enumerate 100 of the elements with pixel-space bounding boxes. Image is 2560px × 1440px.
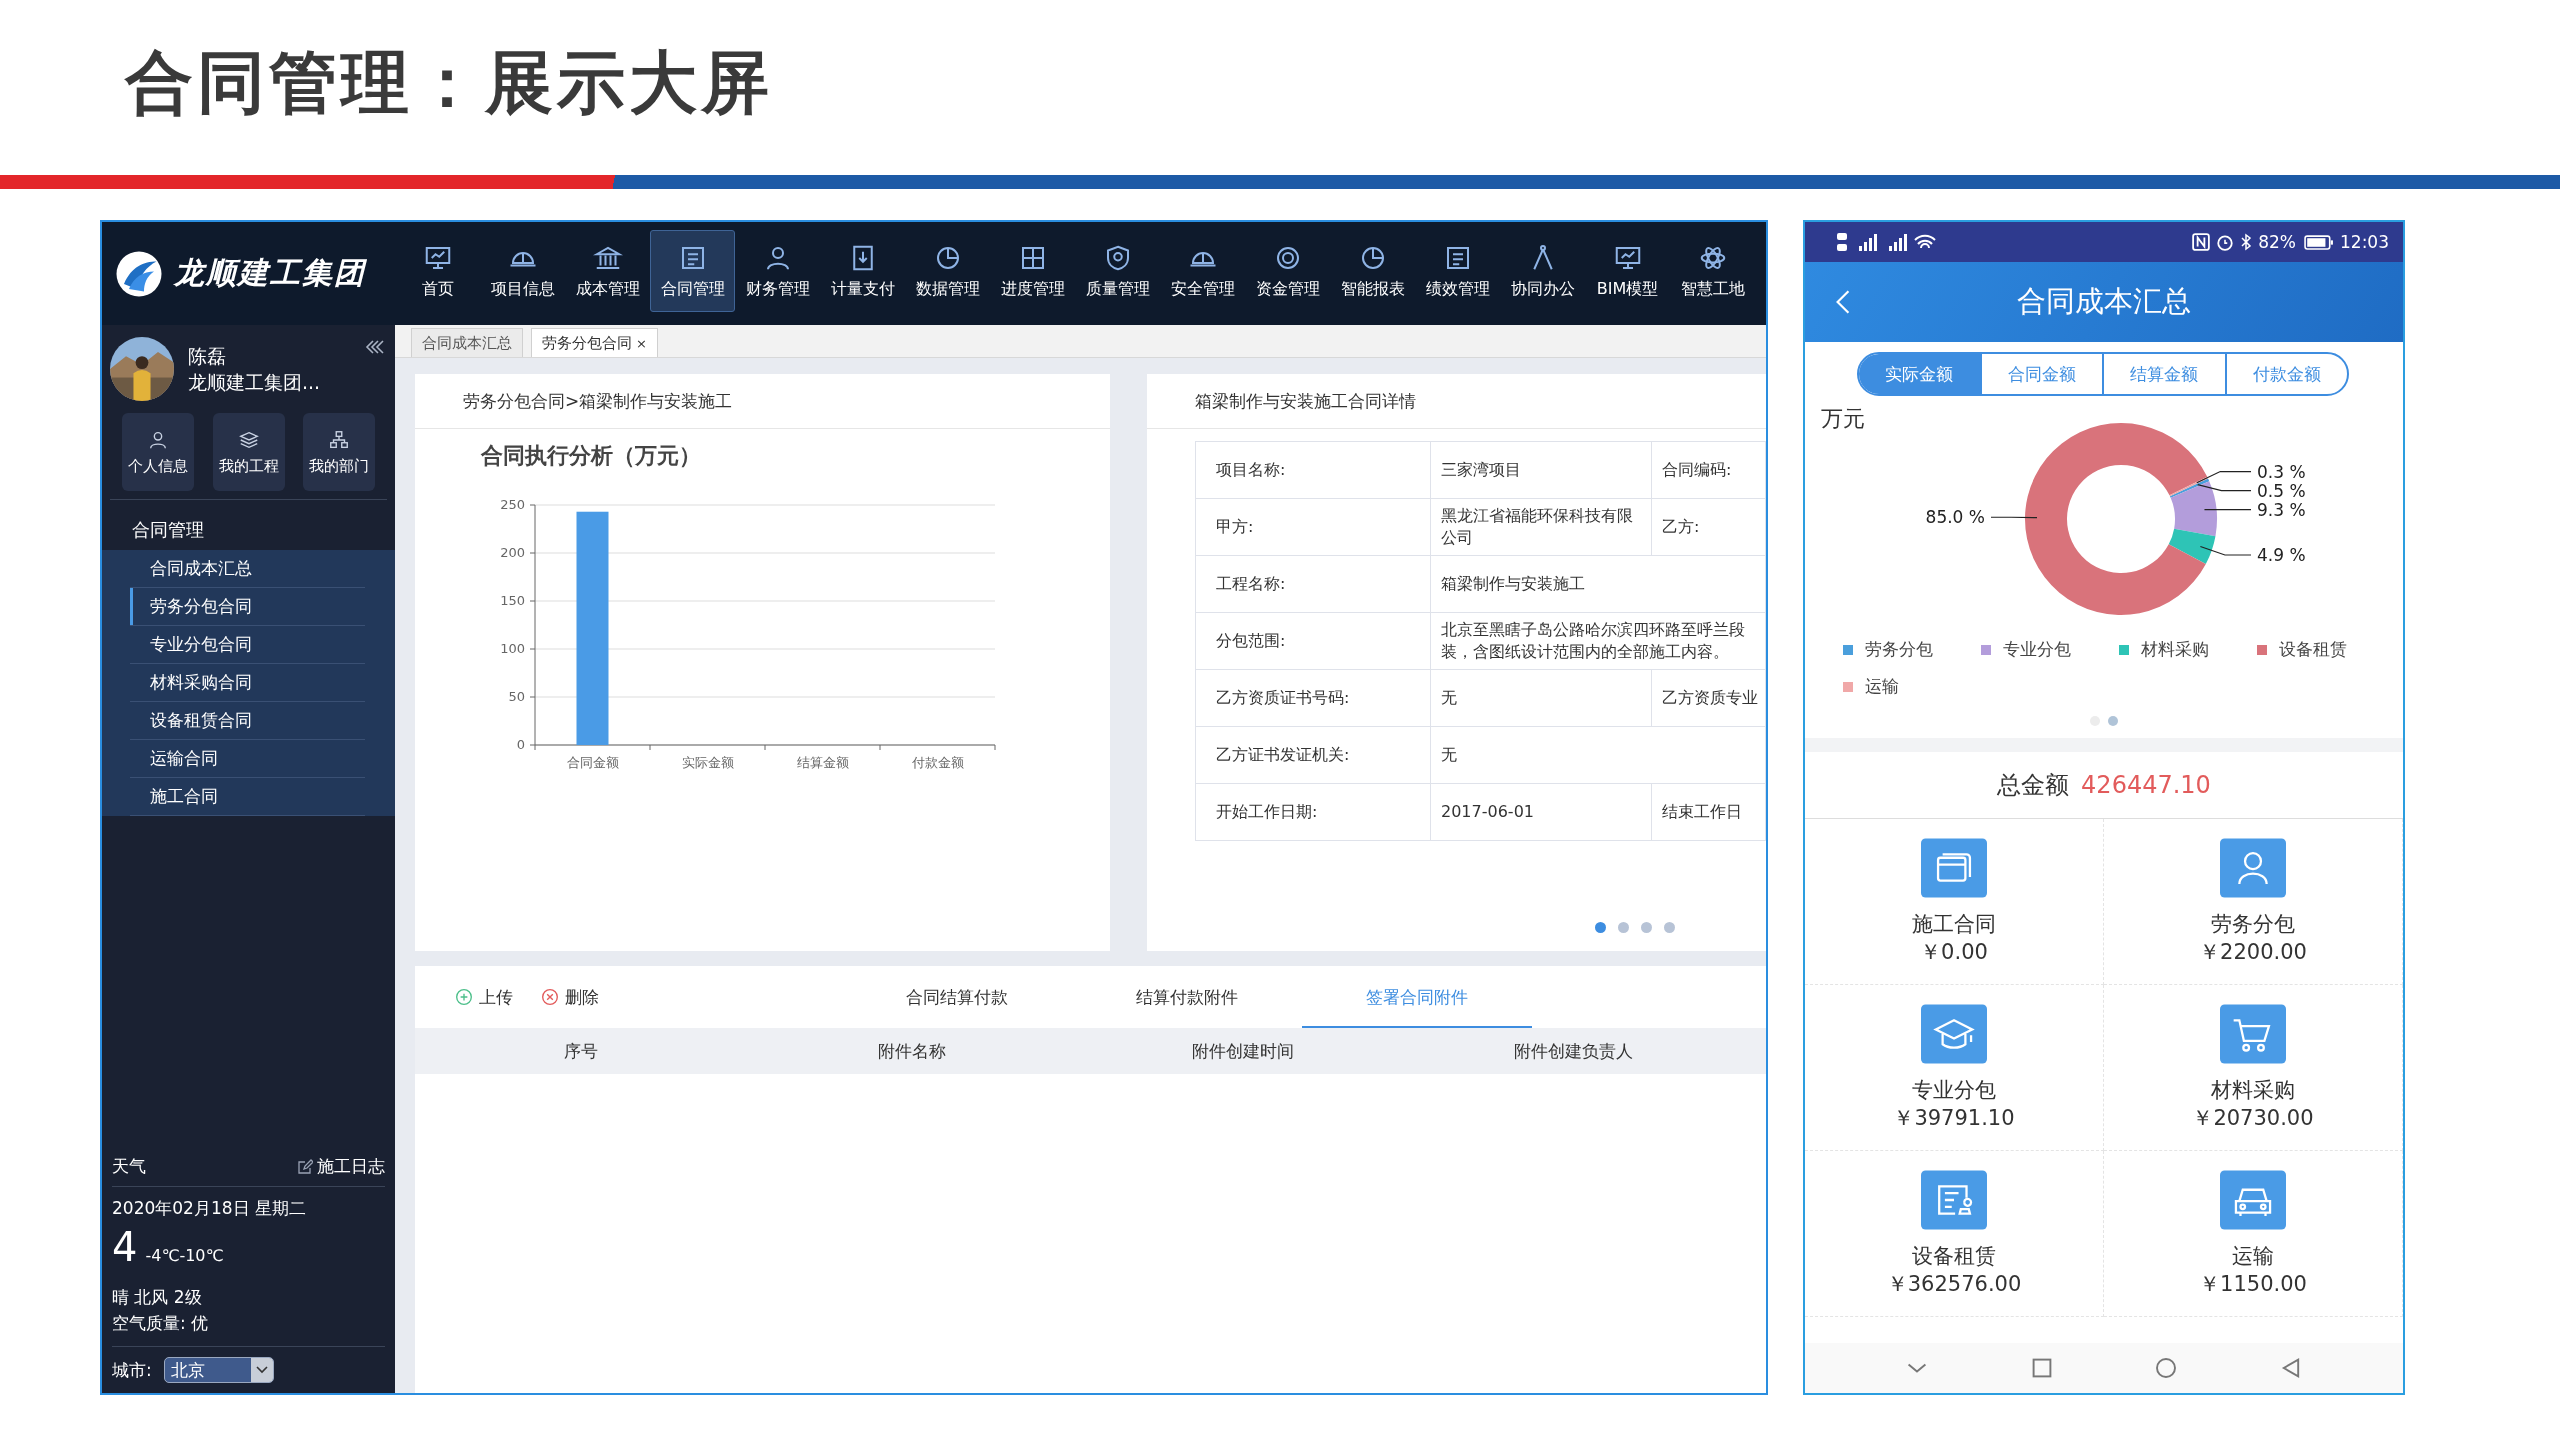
user-name: 陈磊	[188, 344, 227, 369]
axis-tick-label: 150	[500, 593, 525, 608]
attachment-tab[interactable]: 合同结算付款	[842, 966, 1072, 1028]
field-value: 2017-06-01	[1430, 783, 1652, 841]
segment-tab[interactable]: 付款金额	[2224, 354, 2347, 394]
axis-category-label: 合同金额	[566, 755, 619, 770]
nav-tab[interactable]: 首页	[395, 230, 480, 312]
total-label: 总金额	[1997, 770, 2070, 801]
quick-link-button[interactable]: 个人信息	[122, 413, 194, 491]
field-value: 黑龙江省福能环保科技有限公司	[1430, 498, 1652, 556]
nav-tab[interactable]: 进度管理	[990, 230, 1075, 312]
page-dot[interactable]	[1664, 922, 1675, 933]
field-label: 乙方:	[1651, 498, 1766, 556]
nav-tab[interactable]: BIM模型	[1585, 230, 1670, 312]
air-quality: 空气质量: 优	[112, 1312, 210, 1335]
field-value: 箱梁制作与安装施工	[1430, 555, 1766, 613]
percent-label: 0.5 %	[2257, 480, 2306, 501]
segment-tab[interactable]: 合同金额	[1979, 354, 2102, 394]
nav-tab[interactable]: 绩效管理	[1415, 230, 1500, 312]
menu-item[interactable]: 劳务分包合同	[130, 588, 365, 626]
cart-icon	[2220, 1003, 2286, 1064]
chart-title: 合同执行分析（万元）	[480, 442, 702, 470]
legend-label: 劳务分包	[1865, 638, 1933, 661]
menu-item[interactable]: 施工合同	[130, 778, 365, 816]
weather-heading: 天气	[112, 1155, 146, 1178]
menu-heading: 合同管理	[131, 518, 205, 542]
field-value: 三家湾项目	[1430, 441, 1652, 499]
menu-item[interactable]: 合同成本汇总	[130, 550, 365, 588]
page-dot[interactable]	[1618, 922, 1629, 933]
back-icon[interactable]	[1835, 289, 1851, 315]
axis-tick-label: 200	[500, 545, 525, 560]
battery-percent: 82%	[2258, 232, 2296, 252]
org-icon	[328, 428, 350, 451]
percent-label: 4.9 %	[2257, 545, 2306, 565]
page-dot[interactable]	[1641, 922, 1652, 933]
legend-label: 专业分包	[2003, 638, 2071, 661]
nav-tab[interactable]: 智能报表	[1330, 230, 1415, 312]
field-label: 工程名称:	[1195, 555, 1431, 613]
nav-tab[interactable]: 智慧工地	[1670, 230, 1755, 312]
city-select[interactable]: 北京	[163, 1357, 274, 1383]
page-tab[interactable]: 合同成本汇总	[411, 328, 523, 357]
page-tab[interactable]: 劳务分包合同 ×	[531, 328, 658, 357]
axis-category-label: 实际金额	[681, 755, 734, 770]
menu-item[interactable]: 专业分包合同	[130, 626, 365, 664]
edit-icon	[297, 1158, 313, 1175]
nav-tab[interactable]: 合同管理	[650, 230, 735, 312]
person-icon	[2220, 837, 2286, 898]
panel-title: 箱梁制作与安装施工合同详情	[1147, 374, 1766, 429]
battery-icon	[2304, 234, 2334, 250]
category-tile[interactable]: 设备租赁 ￥362576.00	[1805, 1151, 2104, 1317]
nav-tab[interactable]: 协同办公	[1500, 230, 1585, 312]
breadcrumb: 劳务分包合同>箱梁制作与安装施工	[415, 374, 1110, 429]
upload-button[interactable]: 上传	[455, 985, 513, 1009]
nav-tab[interactable]: 财务管理	[735, 230, 820, 312]
menu-item[interactable]: 材料采购合同	[130, 664, 365, 702]
menu-item[interactable]: 设备租赁合同	[130, 702, 365, 740]
leader-line	[1990, 516, 2038, 519]
field-label: 开始工作日期:	[1195, 783, 1431, 841]
category-tile[interactable]: 运输 ￥1150.00	[2104, 1151, 2403, 1317]
axis-category-label: 结算金额	[796, 755, 849, 770]
close-tab-button[interactable]: ×	[636, 336, 647, 351]
delete-button[interactable]: 删除	[541, 985, 599, 1009]
collapse-icon[interactable]	[363, 339, 385, 355]
quick-link-button[interactable]: 我的部门	[303, 413, 375, 491]
log-link[interactable]: 施工日志	[297, 1155, 385, 1178]
nav-tab[interactable]: 安全管理	[1160, 230, 1245, 312]
user-org: 龙顺建工集团...	[188, 370, 322, 395]
category-tile[interactable]: 劳务分包 ￥2200.00	[2104, 819, 2403, 985]
nav-tab[interactable]: 资金管理	[1245, 230, 1330, 312]
attachment-tab[interactable]: 结算付款附件	[1072, 966, 1302, 1028]
nav-tab[interactable]: 项目信息	[480, 230, 565, 312]
nav-tab[interactable]: 计量支付	[820, 230, 905, 312]
page-dot[interactable]	[2108, 716, 2118, 726]
page-dot[interactable]	[1595, 922, 1606, 933]
axis-tick-label: 50	[508, 689, 525, 704]
certificate-icon	[1921, 1169, 1987, 1230]
delete-icon	[541, 988, 559, 1006]
home-icon[interactable]	[2154, 1356, 2179, 1380]
car-icon	[2220, 1169, 2286, 1230]
percent-label: 85.0 %	[1925, 507, 1985, 528]
field-label: 乙方证书发证机关:	[1195, 726, 1431, 784]
temperature-range: -4℃-10℃	[145, 1246, 224, 1265]
unit-label: 万元	[1820, 405, 1866, 433]
field-label: 乙方资质证书号码:	[1195, 669, 1431, 727]
axis-tick-label: 0	[516, 737, 525, 752]
slide-title: 合同管理：展示大屏	[125, 42, 773, 124]
nav-tab[interactable]: 质量管理	[1075, 230, 1160, 312]
category-tile[interactable]: 施工合同 ￥0.00	[1805, 819, 2104, 985]
legend-label: 材料采购	[2141, 638, 2209, 661]
segment-tab[interactable]: 结算金额	[2102, 354, 2225, 394]
nav-tab[interactable]: 数据管理	[905, 230, 990, 312]
menu-item[interactable]: 运输合同	[130, 740, 365, 778]
quick-link-button[interactable]: 我的工程	[212, 413, 285, 491]
category-tile[interactable]: 专业分包 ￥39791.10	[1805, 985, 2104, 1151]
caret-icon	[250, 1358, 273, 1382]
field-label: 分包范围:	[1195, 612, 1431, 670]
alarm-icon	[2216, 233, 2235, 251]
category-tile[interactable]: 材料采购 ￥20730.00	[2104, 985, 2403, 1151]
column-header: 附件创建时间	[1191, 1039, 1294, 1063]
nav-tab[interactable]: 成本管理	[565, 230, 650, 312]
